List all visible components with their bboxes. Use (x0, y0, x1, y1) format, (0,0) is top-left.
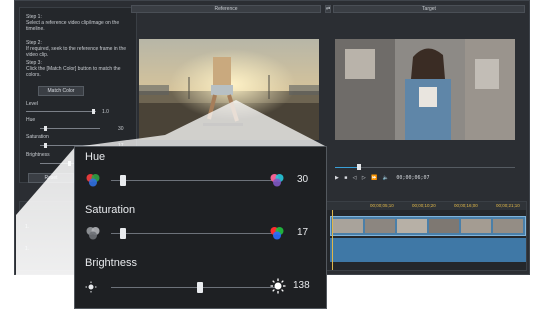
saturation-label: Saturation (26, 134, 49, 140)
ruler-tick: 00;00;10;20 (412, 203, 436, 208)
match-color-button[interactable]: Match Color (38, 86, 84, 96)
hue-slider-track (40, 128, 100, 129)
playhead[interactable] (332, 210, 333, 270)
ruler-tick: 00;00;21;10 (496, 203, 520, 208)
step2-text: Step 2: If required, seek to the referen… (26, 40, 127, 58)
brightness-label-large: Brightness (85, 257, 137, 269)
level-label: Level (26, 101, 38, 107)
brightness-value-large: 138 (293, 280, 310, 291)
previous-frame-icon[interactable]: ◁ (353, 175, 357, 181)
level-slider-thumb[interactable] (92, 109, 95, 114)
swap-icon[interactable]: ⇄ (325, 5, 331, 13)
stop-icon[interactable]: ■ (344, 175, 347, 181)
hue-value: 30 (118, 126, 124, 132)
target-video-frame (335, 39, 515, 140)
brightness-high-icon (270, 278, 286, 299)
target-scrub-progress (335, 167, 359, 168)
saturation-slider-track-large[interactable] (111, 233, 276, 234)
timecode: 00;00;06;07 (396, 175, 430, 181)
hue-slider-thumb[interactable] (44, 126, 47, 131)
target-scrub-track[interactable] (335, 167, 515, 168)
brightness-slider-thumb-large[interactable] (197, 282, 204, 293)
fast-forward-icon[interactable]: ⏩ (371, 175, 377, 181)
brightness-slider-thumb[interactable] (68, 161, 71, 166)
saturation-high-icon (269, 225, 285, 246)
ruler-tick: 00;00;16;00 (454, 203, 478, 208)
level-slider-track (26, 111, 96, 112)
video-clip[interactable] (330, 216, 526, 236)
reference-header: Reference (131, 5, 321, 13)
magnified-settings-panel: Hue 30 Saturation 17 Brightness 138 (74, 146, 327, 309)
hue-slider-thumb-large[interactable] (119, 175, 126, 186)
level-value: 1.0 (102, 109, 109, 115)
saturation-low-icon (85, 225, 101, 246)
reset-button[interactable]: Reset (28, 173, 74, 183)
hue-value-large: 30 (297, 174, 309, 185)
track-label-video: 1. (25, 224, 30, 230)
saturation-label-large: Saturation (85, 204, 136, 216)
brightness-low-icon (85, 280, 97, 298)
audio-clip[interactable] (330, 238, 526, 262)
hue-low-icon (85, 172, 101, 193)
saturation-value-large: 17 (297, 227, 309, 238)
next-frame-icon[interactable]: ▷ (362, 175, 366, 181)
clip-thumbnails (333, 219, 523, 233)
brightness-label: Brightness (26, 152, 50, 158)
hue-label-large: Hue (85, 151, 106, 163)
play-icon[interactable]: ▶ (335, 175, 339, 181)
reference-image (139, 39, 319, 140)
target-image (335, 39, 515, 140)
playback-controls: ▶ ■ ◁ ▷ ⏩ 🔈 00;00;06;07 (335, 175, 430, 181)
volume-icon[interactable]: 🔈 (383, 175, 389, 181)
hue-slider-track-large[interactable] (111, 180, 276, 181)
saturation-slider-thumb-large[interactable] (119, 228, 126, 239)
ruler-tick: 00;00;05;10 (370, 203, 394, 208)
target-header: Target (333, 5, 525, 13)
target-scrub-thumb[interactable] (357, 164, 361, 170)
saturation-slider-thumb[interactable] (44, 143, 47, 148)
step1-text: Step 1: Select a reference video clip/im… (26, 14, 120, 32)
hue-label: Hue (26, 117, 36, 123)
track-label-audio: 1. (25, 246, 30, 252)
step3-text: Step 3: Click the [Match Color] button t… (26, 60, 121, 78)
reference-video-frame (139, 39, 319, 140)
hue-high-icon (269, 172, 285, 193)
brightness-slider-track-large[interactable] (111, 287, 276, 288)
